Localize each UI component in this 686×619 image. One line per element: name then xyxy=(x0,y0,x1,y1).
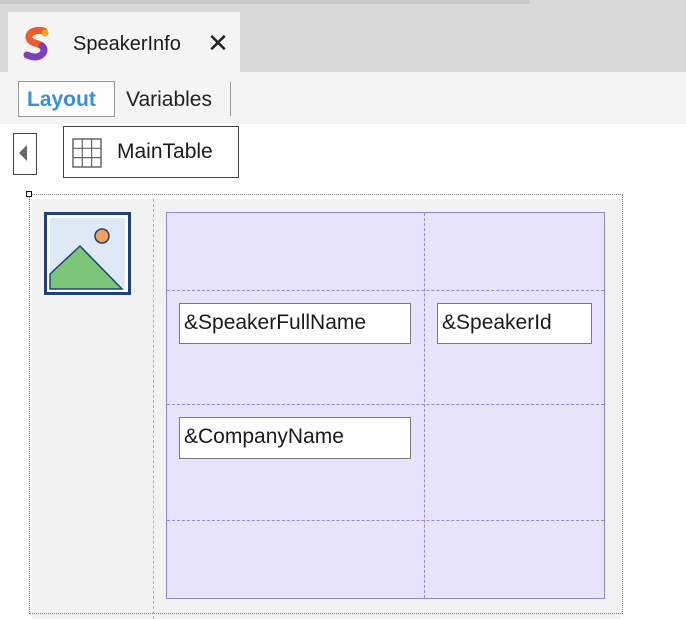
speaker-id-field[interactable]: &SpeakerId xyxy=(437,303,592,344)
inner-table[interactable] xyxy=(166,212,605,599)
table-column-divider xyxy=(153,199,154,619)
genexus-logo-icon xyxy=(23,27,49,61)
speaker-full-name-field[interactable]: &SpeakerFullName xyxy=(179,303,411,344)
table-row-divider xyxy=(167,290,604,291)
tab-layout-label: Layout xyxy=(27,88,96,111)
image-placeholder-icon[interactable] xyxy=(44,212,131,295)
breadcrumb-maintable-label: MainTable xyxy=(117,140,213,163)
document-tab-title: SpeakerInfo xyxy=(73,33,181,55)
table-row-divider xyxy=(167,520,604,521)
close-icon[interactable]: ✕ xyxy=(205,30,231,56)
company-name-field[interactable]: &CompanyName xyxy=(179,417,411,459)
tab-variables-label: Variables xyxy=(126,88,212,111)
chevron-left-icon xyxy=(19,145,27,161)
tab-strip-top-border xyxy=(0,0,530,4)
resize-handle[interactable] xyxy=(26,191,32,197)
table-column-divider xyxy=(424,213,425,598)
tab-separator xyxy=(230,82,231,116)
table-row-divider xyxy=(167,404,604,405)
grid-table-icon xyxy=(72,138,102,168)
